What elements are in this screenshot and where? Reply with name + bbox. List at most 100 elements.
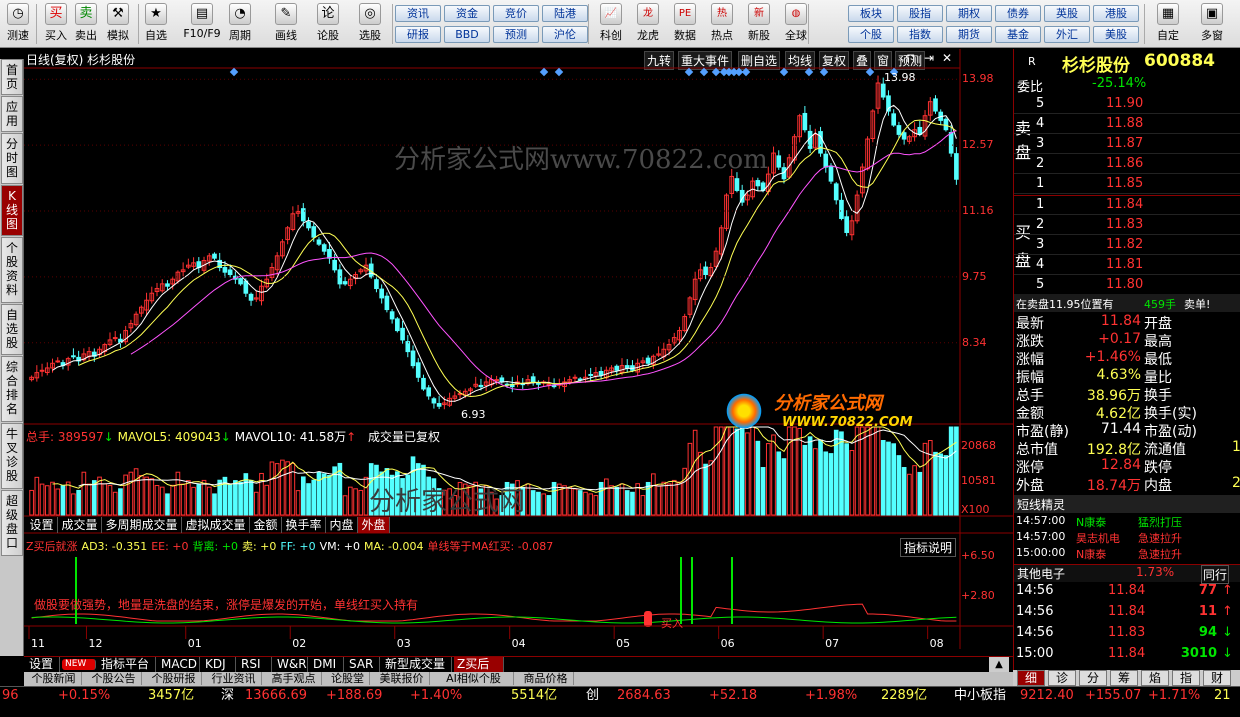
news-tab[interactable]: 高手观点 [266, 672, 322, 685]
toolbar-market-button[interactable]: 期货 [946, 26, 992, 43]
left-tab-6[interactable]: 综合排名 [1, 356, 23, 422]
volume-tab[interactable]: 设置 [26, 517, 58, 533]
buy-order-row[interactable]: 2 11.83 [1014, 217, 1240, 235]
toolbar-period-button[interactable]: ◔ 周期 [224, 2, 256, 46]
quote-panel-tab[interactable]: 细 [1017, 670, 1045, 686]
toolbar-market-button[interactable]: 基金 [995, 26, 1041, 43]
volume-tab[interactable]: 虚拟成交量 [182, 517, 250, 533]
toolbar-small-button[interactable]: 沪伦 [542, 26, 588, 43]
toolbar-small-button[interactable]: BBD [444, 26, 490, 43]
collapse-arrow-icon[interactable]: ▲ [989, 657, 1009, 672]
left-tab-1[interactable]: 应用 [1, 96, 23, 132]
left-tab-5[interactable]: 自选股 [1, 304, 23, 355]
news-tab[interactable]: 行业资讯 [206, 672, 262, 685]
left-tab-2[interactable]: 分时图 [1, 133, 23, 184]
stat-value: +0.17 [1098, 331, 1141, 347]
indicator-tab[interactable]: KDJ [202, 657, 236, 673]
news-tab[interactable]: 商品价格 [518, 672, 574, 685]
toolbar-f10-button[interactable]: ▤ F10/F9 [180, 2, 224, 46]
toolbar-hammer-button[interactable]: ⚒ 模拟 [102, 2, 134, 46]
quote-panel-tab[interactable]: 指 [1172, 670, 1200, 686]
news-tab[interactable]: 个股新闻 [26, 672, 82, 685]
quote-panel-tab[interactable]: 财 [1203, 670, 1231, 686]
volume-tab[interactable]: 换手率 [282, 517, 326, 533]
candle [839, 192, 844, 221]
indicator-tab[interactable]: 新型成交量 [382, 657, 452, 673]
toolbar-chat-button[interactable]: 论论股 [312, 2, 344, 46]
buy-order-row[interactable]: 4 11.81 [1014, 257, 1240, 275]
news-tab[interactable]: AI相似个股 [434, 672, 514, 685]
toolbar-market-button[interactable]: 外汇 [1044, 26, 1090, 43]
toolbar-market-button[interactable]: 指数 [897, 26, 943, 43]
left-tab-7[interactable]: 牛叉诊股 [1, 423, 23, 489]
toolbar-market-button[interactable]: 个股 [848, 26, 894, 43]
toolbar-small-button[interactable]: 陆港 [542, 5, 588, 22]
toolbar-market-button[interactable]: 板块 [848, 5, 894, 22]
buy-order-row[interactable]: 3 11.82 [1014, 237, 1240, 255]
toolbar-market-button[interactable]: 股指 [897, 5, 943, 22]
toolbar-star-button[interactable]: ★ 自选 [140, 2, 172, 46]
toolbar-select-button[interactable]: ◎ 选股 [354, 2, 386, 46]
indicator-tab[interactable]: SAR [346, 657, 380, 673]
quote-panel-tab[interactable]: 焰 [1141, 670, 1169, 686]
toolbar-small-button[interactable]: 研报 [395, 26, 441, 43]
toolbar-market-button[interactable]: 债券 [995, 5, 1041, 22]
toolbar-small-button[interactable]: 预测 [493, 26, 539, 43]
left-tab-0[interactable]: 首页 [1, 59, 23, 95]
indicator-tab[interactable]: RSI [238, 657, 272, 673]
sector-peer-button[interactable]: 同行 [1201, 565, 1230, 584]
toolbar-sell-button[interactable]: 卖卖出 [70, 2, 102, 46]
left-tab-4[interactable]: 个股资料 [1, 237, 23, 303]
buy-order-row[interactable]: 1 11.84 [1014, 197, 1240, 215]
toolbar-small-button[interactable]: 资讯 [395, 5, 441, 22]
sell-order-row[interactable]: 5 11.90 [1014, 96, 1240, 114]
toolbar-custom-button[interactable]: ▦ 自定 [1150, 2, 1186, 46]
buy-order-row[interactable]: 5 11.80 [1014, 277, 1240, 295]
toolbar-newstock-button[interactable]: 新新股 [742, 2, 776, 46]
news-tab[interactable]: 美联报价 [374, 672, 430, 685]
news-tab[interactable]: 个股研报 [146, 672, 202, 685]
quote-panel-tab[interactable]: 筹 [1110, 670, 1138, 686]
quote-panel-tab[interactable]: 诊 [1048, 670, 1076, 686]
volume-tab[interactable]: 外盘 [358, 517, 390, 533]
toolbar-hot-button[interactable]: 热热点 [705, 2, 739, 46]
toolbar-buy-button[interactable]: 买买入 [40, 2, 72, 46]
indicator-explain-button[interactable]: 指标说明 [900, 538, 957, 557]
toolbar-multiwin-button[interactable]: ▣ 多窗 [1194, 2, 1230, 46]
volume-tab[interactable]: 成交量 [58, 517, 102, 533]
news-tab[interactable]: 论股堂 [326, 672, 370, 685]
volume-tab[interactable]: 多周期成交量 [102, 517, 182, 533]
left-tab-8[interactable]: 超级盘口 [1, 490, 23, 556]
news-tab[interactable]: 个股公告 [86, 672, 142, 685]
indicator-tab[interactable]: 指标平台 [98, 657, 156, 673]
toolbar-small-button[interactable]: 资金 [444, 5, 490, 22]
new-badge[interactable]: NEW [62, 659, 96, 670]
toolbar-pe-button[interactable]: PE 数据 [668, 2, 702, 46]
toolbar-market-button[interactable]: 英股 [1044, 5, 1090, 22]
sell-order-row[interactable]: 3 11.87 [1014, 136, 1240, 154]
quote-stat-row: 涨停 12.84 跌停 [1014, 457, 1240, 476]
toolbar-globe-button[interactable]: ◍ 全球 [779, 2, 813, 46]
indicator-tab[interactable]: 设置 [26, 657, 60, 673]
indicator-tab[interactable]: W&R [274, 657, 308, 673]
toolbar-dragon-button[interactable]: 龙龙虎 [631, 2, 665, 46]
spirit-row[interactable]: 15:00:00 N康泰 急速拉升 [1014, 546, 1240, 564]
quote-panel-tab[interactable]: 分 [1079, 670, 1107, 686]
sell-order-row[interactable]: 2 11.86 [1014, 156, 1240, 174]
toolbar-market-button[interactable]: 期权 [946, 5, 992, 22]
chart-area[interactable]: 日线(复权) 杉杉股份 九转 重大事件 删自选 均线 复权叠窗预测 ⊓ ⇥ ✕ 13.98 12… [24, 49, 1013, 656]
sell-order-row[interactable]: 4 11.88 [1014, 116, 1240, 134]
toolbar-market-button[interactable]: 美股 [1093, 26, 1139, 43]
indicator-tab[interactable]: MACD [158, 657, 200, 673]
indicator-tab[interactable]: Z买后就涨 [454, 657, 504, 686]
toolbar-clock-button[interactable]: ◷ 测速 [2, 2, 34, 46]
toolbar-chart-up-button[interactable]: 📈 科创 [594, 2, 628, 46]
sell-order-row[interactable]: 1 11.85 [1014, 176, 1240, 194]
toolbar-pen-button[interactable]: ✎ 画线 [270, 2, 302, 46]
toolbar-small-button[interactable]: 竞价 [493, 5, 539, 22]
volume-tab[interactable]: 金额 [250, 517, 282, 533]
left-tab-3[interactable]: K线图 [1, 185, 23, 236]
indicator-tab[interactable]: DMI [310, 657, 344, 673]
toolbar-market-button[interactable]: 港股 [1093, 5, 1139, 22]
volume-tab[interactable]: 内盘 [326, 517, 358, 533]
